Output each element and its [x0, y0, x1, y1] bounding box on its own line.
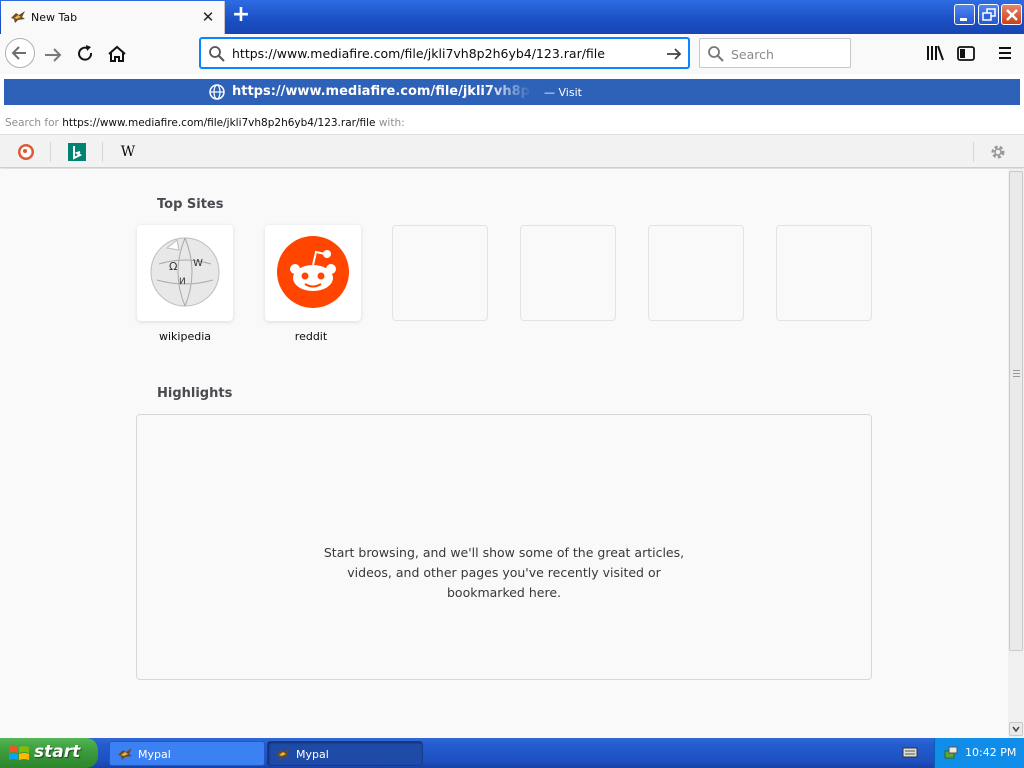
reload-icon — [78, 45, 93, 61]
search-icon — [209, 46, 225, 62]
tab-close-button[interactable]: ✕ — [199, 8, 217, 26]
top-site-placeholder[interactable] — [648, 225, 744, 321]
wikipedia-icon[interactable]: W — [119, 143, 137, 161]
svg-text:И: И — [179, 277, 186, 287]
search-engine-bar: W — [0, 134, 1024, 168]
close-icon — [1006, 9, 1018, 21]
engine-divider — [102, 142, 103, 162]
url-bar[interactable]: https://www.mediafire.com/file/jkli7vh8p… — [200, 38, 689, 68]
autocomplete-url: https://www.mediafire.com/file/jkli7vh8p… — [232, 84, 532, 99]
highlights-empty-message: Start browsing, and we'll show some of t… — [317, 543, 691, 603]
sidebar-icon[interactable] — [955, 42, 977, 64]
top-site-placeholder[interactable] — [392, 225, 488, 321]
tab-new-tab[interactable]: New Tab ✕ — [1, 1, 225, 34]
top-site-placeholder[interactable] — [776, 225, 872, 321]
mypal-icon — [276, 748, 290, 760]
search-for-query: https://www.mediafire.com/file/jkli7vh8p… — [62, 117, 376, 129]
search-placeholder: Search — [731, 47, 774, 62]
forward-arrow-icon — [45, 48, 62, 62]
restore-button[interactable] — [978, 4, 999, 25]
engine-divider — [973, 142, 974, 162]
taskbar-item-label: Mypal — [296, 748, 329, 761]
top-site-label: reddit — [294, 330, 328, 343]
taskbar: start Mypal Mypal 10:42 PM — [0, 738, 1024, 768]
title-bar: New Tab ✕ + — [0, 0, 1024, 34]
highlights-panel: Start browsing, and we'll show some of t… — [136, 414, 872, 680]
scrollbar-grip — [1013, 370, 1020, 377]
hamburger-menu-icon[interactable] — [994, 42, 1016, 64]
svg-text:W: W — [193, 258, 203, 269]
highlights-empty-line: videos, and other pages you've recently … — [347, 565, 661, 580]
search-icon — [708, 46, 724, 62]
system-tray: 10:42 PM — [934, 738, 1024, 768]
highlights-empty-line: Start browsing, and we'll show some of t… — [323, 545, 685, 560]
start-button[interactable]: start — [0, 738, 98, 768]
highlights-title: Highlights — [157, 386, 233, 401]
top-sites-title: Top Sites — [157, 197, 224, 212]
minimize-button[interactable] — [954, 4, 975, 25]
globe-icon — [209, 84, 225, 100]
bing-icon[interactable] — [68, 143, 86, 161]
top-site-tile[interactable]: Ω W И — [137, 225, 233, 321]
chevron-down-icon — [1012, 726, 1020, 733]
mypal-icon — [118, 748, 132, 760]
top-site-placeholder[interactable] — [520, 225, 616, 321]
top-site-tile[interactable] — [265, 225, 361, 321]
nav-toolbar: https://www.mediafire.com/file/jkli7vh8p… — [0, 34, 1024, 74]
duckduckgo-icon[interactable] — [17, 143, 35, 161]
taskbar-item[interactable]: Mypal — [109, 741, 265, 766]
back-arrow-icon — [11, 46, 26, 60]
new-tab-button[interactable]: + — [230, 4, 252, 27]
wikipedia-globe-icon: Ω W И — [150, 237, 220, 307]
restore-icon — [982, 8, 996, 21]
top-site-label: wikipedia — [158, 330, 211, 343]
forward-button[interactable] — [40, 41, 68, 69]
taskbar-item-label: Mypal — [138, 748, 171, 761]
vertical-scrollbar[interactable] — [1008, 169, 1024, 738]
reddit-icon — [277, 236, 349, 308]
start-label: start — [34, 742, 81, 762]
mypal-favicon-icon — [11, 11, 25, 23]
back-button[interactable] — [5, 38, 35, 68]
scroll-down-button[interactable] — [1009, 722, 1023, 736]
reload-button[interactable] — [72, 41, 100, 69]
autocomplete-visit-label: — Visit — [544, 86, 582, 99]
home-button[interactable] — [103, 41, 131, 69]
search-for-prefix: Search for — [5, 117, 59, 129]
autocomplete-visit-row[interactable]: https://www.mediafire.com/file/jkli7vh8p… — [4, 79, 1020, 105]
highlights-empty-line: bookmarked here. — [447, 585, 561, 600]
minimize-icon — [960, 18, 967, 21]
scrollbar-thumb[interactable] — [1009, 171, 1023, 651]
search-input[interactable]: Search — [699, 38, 851, 68]
clock: 10:42 PM — [965, 746, 1017, 759]
engine-divider — [50, 142, 51, 162]
tab-title: New Tab — [31, 11, 78, 24]
gear-icon[interactable] — [989, 143, 1007, 161]
library-icon[interactable] — [924, 42, 946, 64]
svg-text:Ω: Ω — [169, 260, 177, 273]
window-close-button[interactable] — [1001, 4, 1022, 25]
windows-flag-icon — [9, 746, 29, 760]
search-for-suffix: with: — [378, 117, 405, 129]
new-tab-page: Top Sites Ω W И wikipedia reddit Highlig… — [0, 169, 1008, 738]
url-input[interactable]: https://www.mediafire.com/file/jkli7vh8p… — [232, 46, 605, 61]
home-icon — [108, 45, 126, 62]
search-for-row: Search for https://www.mediafire.com/fil… — [0, 114, 1024, 132]
go-arrow-icon[interactable] — [665, 45, 683, 63]
keyboard-icon[interactable] — [902, 745, 918, 759]
taskbar-item-active[interactable]: Mypal — [267, 741, 423, 766]
network-icon[interactable] — [943, 745, 959, 761]
